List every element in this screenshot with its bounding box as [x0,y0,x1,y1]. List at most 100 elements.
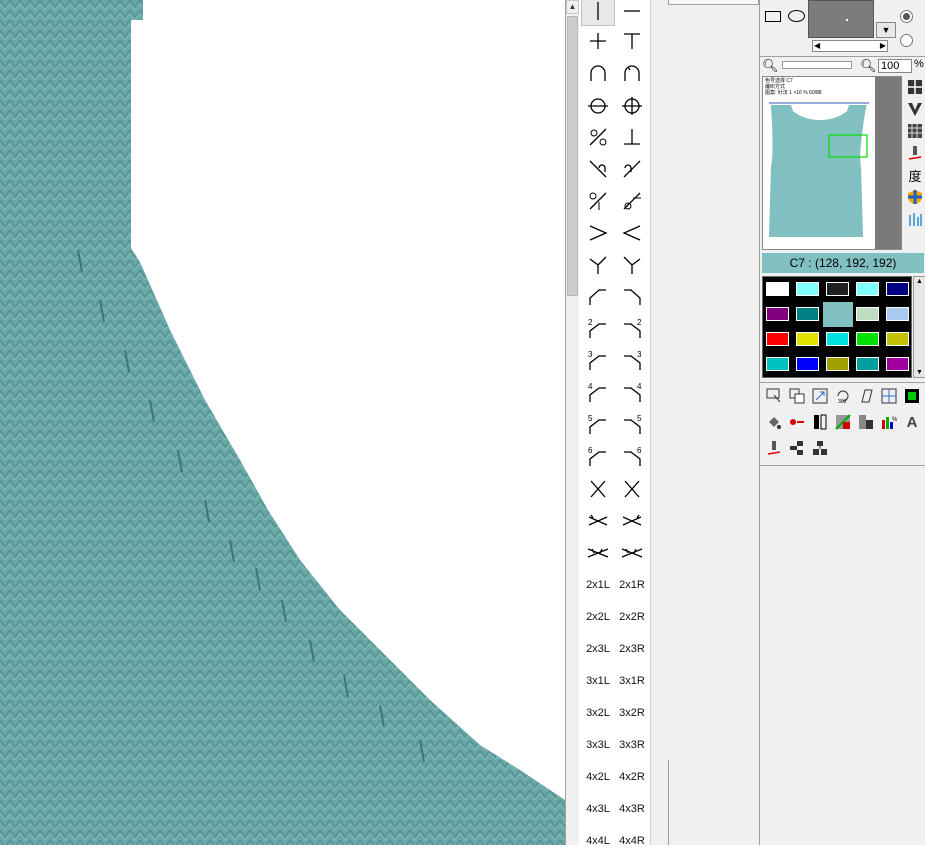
bucket-fill-icon[interactable] [764,412,784,432]
color-swatch-2[interactable] [823,277,853,302]
symbol-3x2r[interactable]: 3x2R [615,698,649,728]
text-tool-icon[interactable]: A [902,412,922,432]
symbol-3x3l[interactable]: 3x3L [581,730,615,760]
symbol-dec-left-b[interactable] [581,186,615,216]
color-swatch-9[interactable] [883,302,913,327]
split-color-icon[interactable] [856,412,876,432]
symbol-arch[interactable] [581,58,615,88]
zoom-in-icon[interactable]: 🔍︎ [860,58,877,74]
ellipse-shape-icon[interactable] [788,10,805,22]
align-bottom-icon[interactable] [810,438,830,458]
color-swatch-19[interactable] [883,352,913,377]
scroll-right-arrow[interactable]: ▶ [880,41,886,51]
symbol-less[interactable] [615,218,649,248]
canvas-vertical-scrollbar[interactable]: ▲ [565,0,579,845]
rotate-360-icon[interactable]: 360 [833,386,853,406]
align-center-icon[interactable] [787,438,807,458]
symbol-4x4r[interactable]: 4x4R [615,826,649,856]
color-swatch-7[interactable] [823,302,853,327]
symbol-2x3r[interactable]: 2x3R [615,634,649,664]
fill-black-icon[interactable] [902,386,922,406]
symbol-dec-right-a[interactable] [615,154,649,184]
symbol-dec-3-right[interactable]: 3 [615,346,649,376]
color-swatch-18[interactable] [853,352,883,377]
color-swatch-0[interactable] [763,277,793,302]
fill-pattern-preview[interactable] [808,0,874,38]
copy-region-icon[interactable] [787,386,807,406]
symbol-t[interactable] [615,26,649,56]
symbol-2x2r[interactable]: 2x2R [615,602,649,632]
symbol-4x3r[interactable]: 4x3R [615,794,649,824]
symbol-y-left[interactable] [581,250,615,280]
color-swatch-5[interactable] [763,302,793,327]
swatch-scrollbar[interactable]: ▲ ▼ [913,276,925,378]
scale-region-icon[interactable] [810,386,830,406]
symbol-circle-line[interactable] [581,90,615,120]
symbol-cross-2r[interactable] [615,506,649,536]
symbol-dec-6-right[interactable]: 6 [615,442,649,472]
symbol-dec-4-left[interactable]: 4 [581,378,615,408]
symbol-cross-3r[interactable] [615,538,649,568]
symbol-cross-1r[interactable] [615,474,649,504]
symbol-4x4l[interactable]: 4x4L [581,826,615,856]
mirror-tool-icon[interactable] [810,412,830,432]
color-swatch-15[interactable] [763,352,793,377]
symbol-cross-1[interactable] [581,474,615,504]
symbol-dec-2-right[interactable]: 2 [615,314,649,344]
color-swatch-6[interactable] [793,302,823,327]
split-region-icon[interactable] [879,386,899,406]
swatch-scroll-up[interactable]: ▲ [914,278,925,285]
pen-red-underline-icon[interactable] [906,144,924,162]
symbol-3x1r[interactable]: 3x1R [615,666,649,696]
symbol-knit[interactable] [581,0,615,26]
symbol-dec-4-right[interactable]: 4 [615,378,649,408]
color-swatch-14[interactable] [883,327,913,352]
scroll-thumb[interactable] [567,16,578,296]
symbol-dec-2-left[interactable]: 2 [581,314,615,344]
symbol-2x1l[interactable]: 2x1L [581,570,615,600]
symbol-purl[interactable] [615,0,649,26]
symbol-2x3l[interactable]: 2x3L [581,634,615,664]
zoom-value-field[interactable]: 100 [878,59,912,73]
symbol-4x2r[interactable]: 4x2R [615,762,649,792]
symbol-slope-left[interactable] [581,282,615,312]
knit-canvas[interactable] [0,0,565,845]
color-swatch-13[interactable] [853,327,883,352]
color-swatch-3[interactable] [853,277,883,302]
grid-icon[interactable] [906,78,924,96]
color-swatch-17[interactable] [823,352,853,377]
color-swatch-4[interactable] [883,277,913,302]
symbol-dec-6-left[interactable]: 6 [581,442,615,472]
symbol-dec-3-left[interactable]: 3 [581,346,615,376]
gradient-icon[interactable] [833,412,853,432]
symbol-cross-3[interactable] [581,538,615,568]
color-swatch-11[interactable] [793,327,823,352]
select-region-icon[interactable] [764,386,784,406]
pattern-scrollbar[interactable]: ◀ ▶ [812,40,888,52]
zoom-slider[interactable] [782,61,852,69]
symbol-dec-5-right[interactable]: 5 [615,410,649,440]
bars-icon[interactable] [906,210,924,228]
navigator-preview[interactable]: 色号选择 C7 编织方式 图案: 针法 1 ×16 % 60/88 [762,76,902,250]
symbol-dec-right-b[interactable] [615,186,649,216]
color-swatch-16[interactable] [793,352,823,377]
symbol-3x3r[interactable]: 3x3R [615,730,649,760]
symbol-4x3l[interactable]: 4x3L [581,794,615,824]
rectangle-shape-icon[interactable] [765,11,781,22]
symbol-3x2l[interactable]: 3x2L [581,698,615,728]
stitch-marker-icon[interactable] [787,412,807,432]
shield-icon[interactable] [906,188,924,206]
symbol-slope-right[interactable] [615,282,649,312]
color-swatch-8[interactable] [853,302,883,327]
tile-grid-icon[interactable] [906,122,924,140]
symbol-2x1r[interactable]: 2x1R [615,570,649,600]
fill-mode-radio-solid[interactable] [900,10,913,23]
symbol-y-right[interactable] [615,250,649,280]
symbol-inverted-t[interactable] [615,122,649,152]
color-percent-icon[interactable]: % [879,412,899,432]
symbol-yo-slash[interactable] [581,122,615,152]
navigator-scrollbar[interactable] [875,77,901,249]
swatch-scroll-down[interactable]: ▼ [914,369,925,376]
pen-underline-icon[interactable] [764,438,784,458]
symbol-3x1l[interactable]: 3x1L [581,666,615,696]
